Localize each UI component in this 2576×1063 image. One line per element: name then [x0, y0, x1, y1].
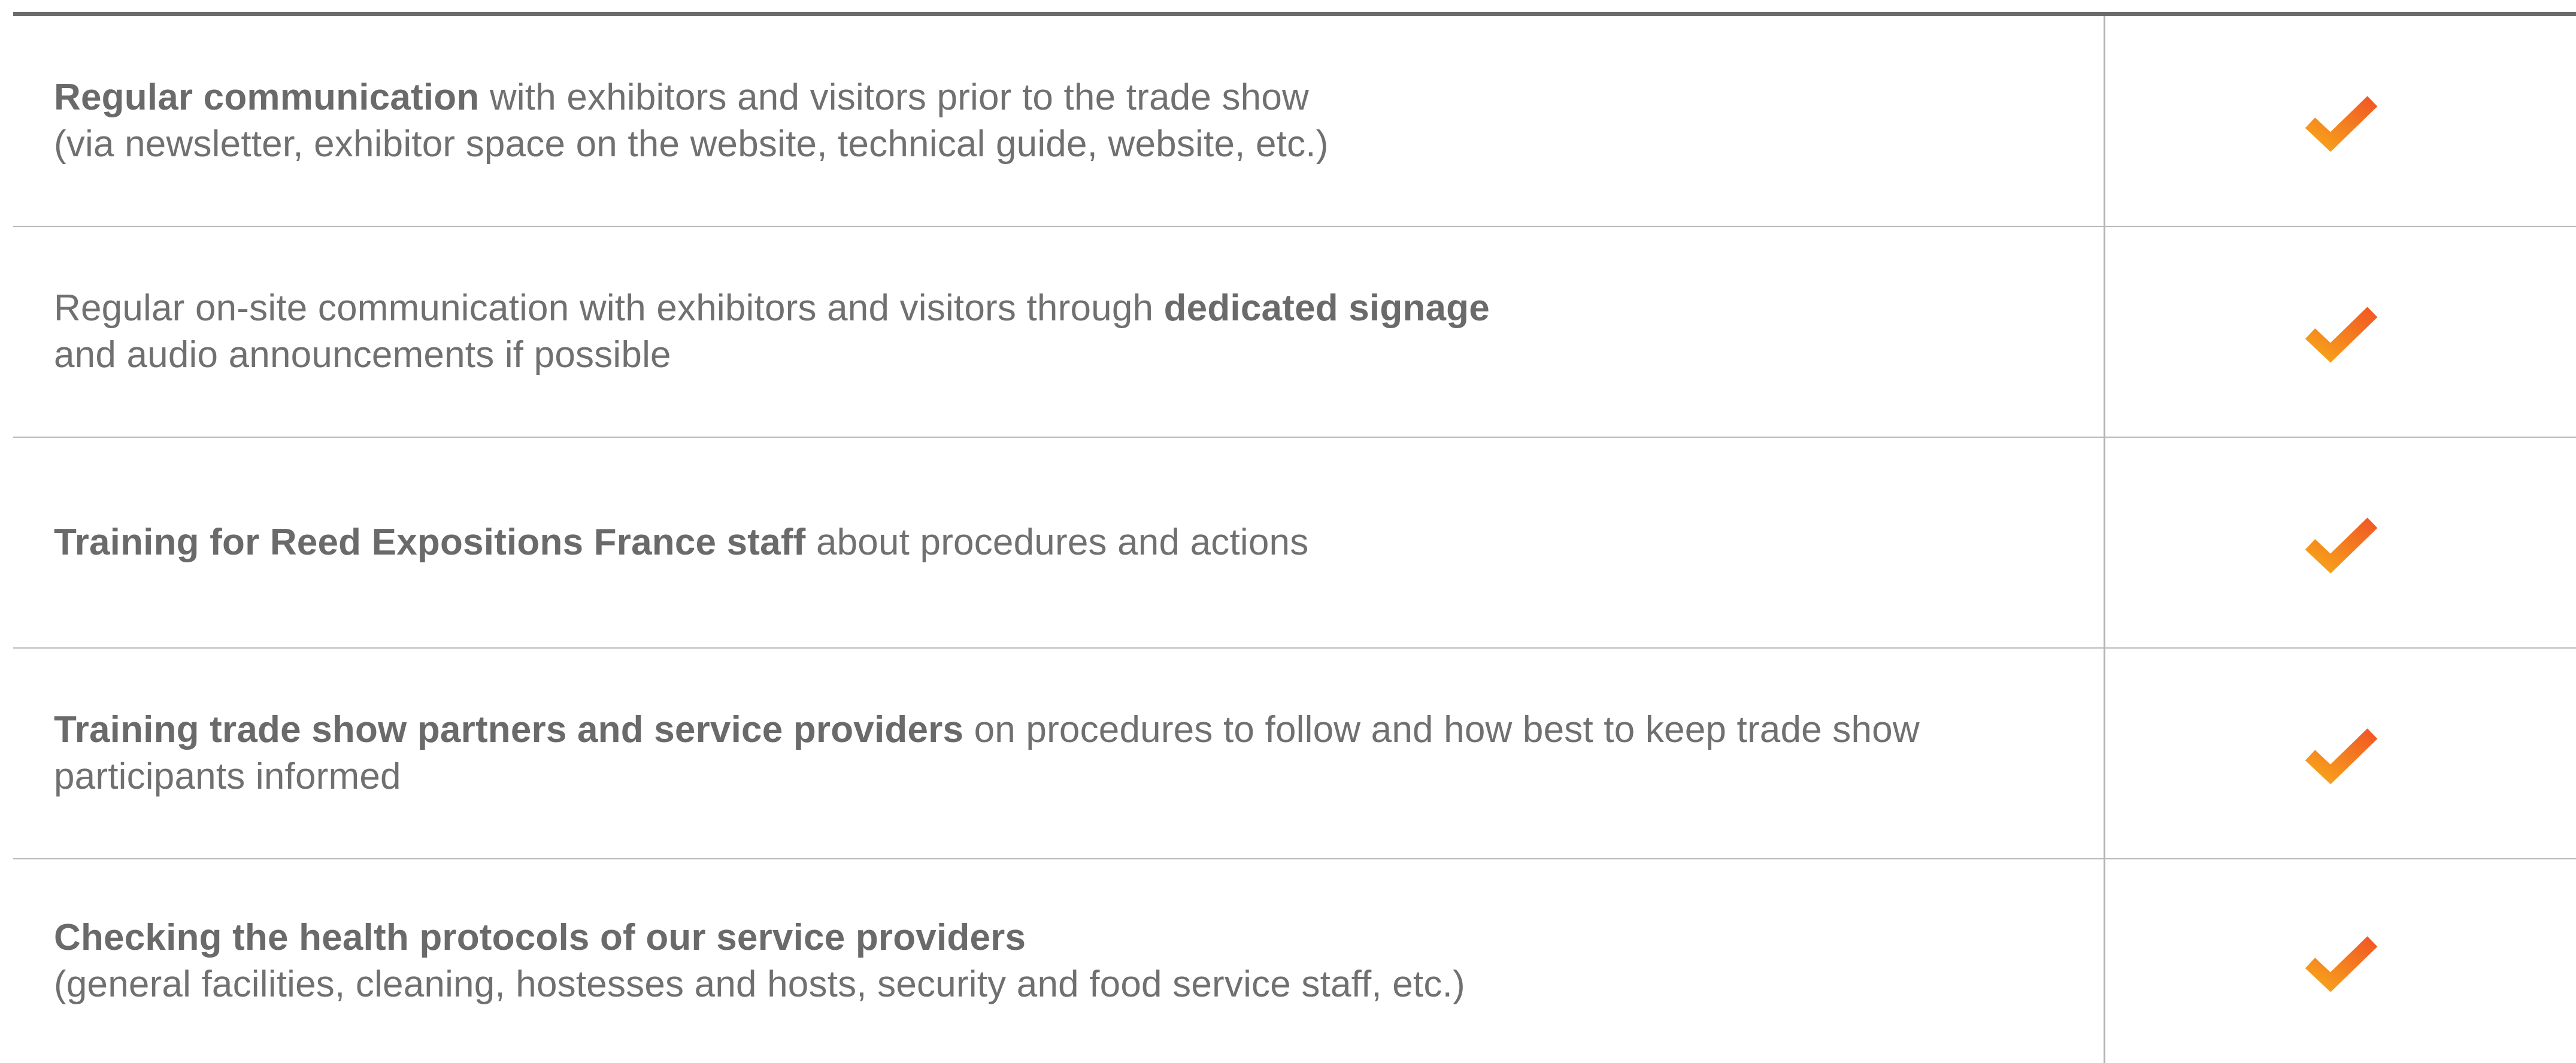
row-text: Regular on-site communication with exhib… [54, 287, 1164, 329]
row-check-cell [2105, 227, 2576, 437]
row-bold-text: Regular communication [54, 77, 480, 118]
row-bold-text: Training for Reed Expositions France sta… [54, 522, 806, 563]
checkmark-icon [2305, 517, 2378, 574]
row-description: Training for Reed Expositions France sta… [54, 519, 1308, 566]
row-text: with exhibitors and visitors prior to th… [479, 77, 1309, 118]
checklist-table: Regular communication with exhibitors an… [13, 12, 2576, 1063]
row-description: Regular on-site communication with exhib… [54, 285, 1490, 378]
table-row: Checking the health protocols of our ser… [13, 859, 2576, 1063]
row-check-cell [2105, 859, 2576, 1063]
table-row: Training for Reed Expositions France sta… [13, 438, 2576, 649]
row-description-cell: Checking the health protocols of our ser… [13, 859, 2105, 1063]
row-description-cell: Training trade show partners and service… [13, 649, 2105, 858]
row-line-1: Training trade show partners and service… [54, 707, 1920, 753]
row-line-1: Regular communication with exhibitors an… [54, 74, 1329, 121]
row-line-1: Training for Reed Expositions France sta… [54, 519, 1308, 566]
row-bold-text: Checking the health protocols of our ser… [54, 917, 1026, 958]
row-check-cell [2105, 16, 2576, 226]
row-line-2: participants informed [54, 756, 401, 797]
checkmark-icon [2305, 96, 2378, 152]
row-bold-text: dedicated signage [1163, 287, 1490, 329]
row-check-cell [2105, 649, 2576, 858]
table-row: Regular communication with exhibitors an… [13, 16, 2576, 227]
row-bold-text: Training trade show partners and service… [54, 709, 964, 750]
checkmark-icon [2305, 307, 2378, 363]
row-line-2: (general facilities, cleaning, hostesses… [54, 964, 1465, 1005]
row-description-cell: Training for Reed Expositions France sta… [13, 438, 2105, 647]
row-description: Checking the health protocols of our ser… [54, 914, 1465, 1008]
checkmark-icon [2305, 936, 2378, 992]
table-row: Regular on-site communication with exhib… [13, 227, 2576, 438]
row-text: on procedures to follow and how best to … [963, 709, 1920, 750]
row-description: Training trade show partners and service… [54, 707, 1920, 800]
row-description-cell: Regular on-site communication with exhib… [13, 227, 2105, 437]
row-check-cell [2105, 438, 2576, 647]
table-row: Training trade show partners and service… [13, 649, 2576, 859]
row-line-2: and audio announcements if possible [54, 334, 671, 375]
row-description-cell: Regular communication with exhibitors an… [13, 16, 2105, 226]
row-description: Regular communication with exhibitors an… [54, 74, 1329, 168]
row-line-2: (via newsletter, exhibitor space on the … [54, 123, 1329, 165]
checkmark-icon [2305, 728, 2378, 785]
row-line-1: Regular on-site communication with exhib… [54, 285, 1490, 332]
row-text: about procedures and actions [805, 522, 1309, 563]
